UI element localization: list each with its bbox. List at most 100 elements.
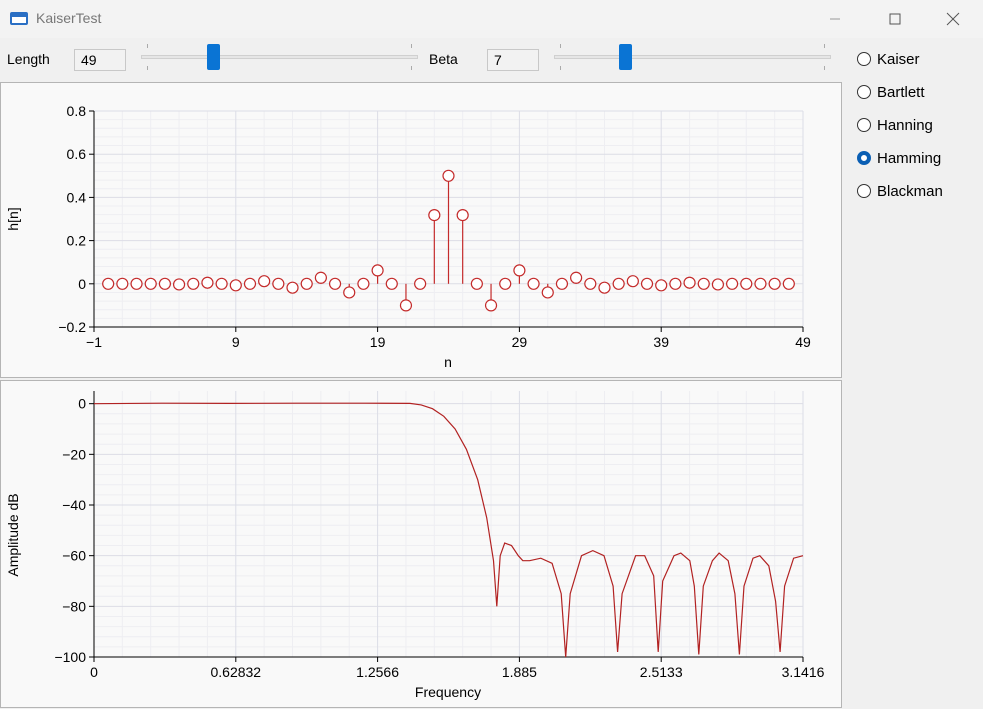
stem-marker: [102, 277, 115, 290]
controls-bar: Length 49 Beta 7: [0, 38, 840, 82]
x-axis-title: Frequency: [415, 684, 481, 700]
close-button[interactable]: [930, 0, 976, 38]
stem-marker: [598, 281, 611, 294]
radio-label: Kaiser: [877, 50, 920, 68]
slider-tick: [824, 44, 825, 48]
stem-marker: [399, 299, 413, 312]
beta-value-box[interactable]: 7: [487, 49, 539, 71]
length-label: Length: [7, 51, 50, 67]
radio-label: Blackman: [877, 182, 943, 200]
stem-marker: [300, 277, 313, 290]
radio-label: Hamming: [877, 149, 942, 167]
stem-marker: [640, 277, 654, 290]
radio-bartlett[interactable]: Bartlett: [857, 81, 925, 103]
y-tick-label: 0.6: [67, 146, 87, 162]
stem-marker: [328, 277, 342, 290]
stem-marker: [669, 277, 682, 290]
stem-marker: [740, 277, 753, 290]
y-tick-label: −100: [54, 649, 86, 665]
stem-marker: [683, 276, 696, 289]
radio-button[interactable]: [857, 118, 871, 132]
radio-blackman[interactable]: Blackman: [857, 180, 943, 202]
stem-marker: [215, 277, 228, 290]
radio-label: Hanning: [877, 116, 933, 134]
slider-tick: [411, 44, 412, 48]
slider-tick: [560, 44, 561, 48]
stem-marker: [172, 278, 186, 291]
x-axis-title: n: [444, 354, 452, 370]
stem-marker: [541, 286, 554, 299]
y-axis-title: Amplitude dB: [5, 493, 21, 576]
close-icon: [946, 12, 960, 26]
x-tick-label: −1: [86, 334, 102, 350]
stem-marker: [414, 277, 427, 290]
y-tick-label: −20: [62, 446, 86, 462]
stem-marker: [711, 278, 725, 291]
radio-button[interactable]: [857, 85, 871, 99]
slider-tick: [824, 66, 825, 70]
y-tick-label: −0.2: [58, 319, 86, 335]
x-tick-label: 2.5133: [640, 664, 683, 680]
maximize-icon: [889, 13, 901, 25]
length-slider-track: [141, 55, 418, 59]
stem-marker: [116, 277, 129, 290]
stem-marker: [144, 277, 157, 290]
y-tick-label: 0.8: [67, 103, 87, 119]
stem-marker: [442, 169, 455, 182]
slider-tick: [560, 66, 561, 70]
stem-marker: [385, 277, 398, 290]
stem-marker: [343, 286, 356, 299]
x-tick-label: 1.885: [502, 664, 537, 680]
x-tick-label: 1.2566: [356, 664, 399, 680]
stem-marker: [499, 277, 512, 290]
x-tick-label: 19: [370, 334, 386, 350]
stem-marker: [612, 277, 625, 290]
radio-button[interactable]: [857, 52, 871, 66]
window-title: KaiserTest: [36, 10, 102, 26]
slider-tick: [147, 66, 148, 70]
radio-button[interactable]: [857, 151, 871, 165]
length-slider-thumb[interactable]: [207, 44, 220, 70]
y-tick-label: −40: [62, 497, 86, 513]
y-tick-label: 0: [78, 276, 86, 292]
radio-button[interactable]: [857, 184, 871, 198]
beta-slider[interactable]: [554, 41, 831, 71]
x-tick-label: 0: [90, 664, 98, 680]
stem-marker: [187, 277, 200, 290]
stem-marker: [754, 277, 767, 290]
stem-marker: [371, 264, 384, 277]
beta-label: Beta: [429, 51, 458, 67]
y-tick-label: −80: [62, 598, 86, 614]
radio-hamming[interactable]: Hamming: [857, 147, 941, 169]
radio-label: Bartlett: [877, 83, 925, 101]
stem-marker: [243, 277, 257, 290]
stem-marker: [527, 277, 540, 290]
beta-slider-thumb[interactable]: [619, 44, 632, 70]
maximize-button[interactable]: [872, 0, 918, 38]
stem-marker: [655, 279, 668, 292]
radio-hanning[interactable]: Hanning: [857, 114, 933, 136]
beta-slider-track: [554, 55, 831, 59]
stem-marker: [470, 277, 483, 290]
stem-marker: [555, 277, 569, 290]
stem-marker: [428, 209, 441, 222]
y-axis-title: h[n]: [5, 207, 21, 230]
length-slider[interactable]: [141, 41, 418, 71]
stem-marker: [201, 276, 214, 289]
stem-marker: [229, 279, 242, 292]
radio-kaiser[interactable]: Kaiser: [857, 48, 920, 70]
y-tick-label: 0: [78, 396, 86, 412]
stem-marker: [768, 277, 781, 290]
slider-tick: [147, 44, 148, 48]
stem-marker: [158, 277, 171, 290]
stem-marker: [130, 277, 143, 290]
stem-marker: [357, 277, 370, 290]
minimize-icon: [830, 18, 840, 20]
length-value-box[interactable]: 49: [74, 49, 126, 71]
x-tick-label: 3.1416: [782, 664, 825, 680]
y-tick-label: 0.2: [67, 233, 87, 249]
x-tick-label: 29: [512, 334, 528, 350]
stem-marker: [258, 275, 271, 288]
x-tick-label: 39: [653, 334, 669, 350]
minimize-button[interactable]: [812, 0, 858, 38]
